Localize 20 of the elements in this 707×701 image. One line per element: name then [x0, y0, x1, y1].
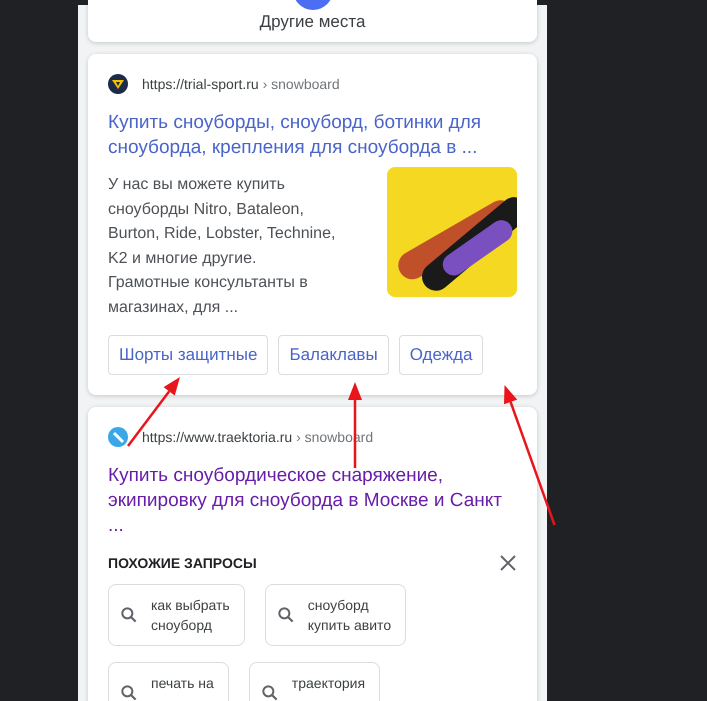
search-icon: [260, 683, 280, 701]
related-search-chip[interactable]: как выбрать сноуборд: [108, 584, 245, 646]
result-snippet: У нас вы можете купить сноуборды Nitro, Bataleon, Burton, Ride, Lobster, Technine, K2 и многие другие. Грамотные консультанты в магазинах, для ...: [108, 175, 336, 318]
sitelink-chip[interactable]: Балаклавы: [278, 335, 389, 375]
related-search-chip[interactable]: сноуборд купить авито: [264, 584, 406, 646]
search-icon: [276, 605, 296, 625]
favicon-icon: [108, 427, 128, 447]
sitelink-chip[interactable]: Одежда: [398, 335, 484, 375]
result-title[interactable]: Купить сноубордическое снаряжение, экипировку для сноуборда в Москве и Санкт ...: [108, 463, 513, 538]
related-heading: ПОХОЖИЕ ЗАПРОСЫ: [108, 555, 257, 571]
related-search-chip[interactable]: печать на: [108, 662, 229, 701]
result-url: https://trial-sport.ru › snowboard: [142, 76, 340, 92]
search-icon: [119, 683, 139, 701]
sitelink-chip[interactable]: Шорты защитные: [108, 335, 268, 375]
close-button[interactable]: [499, 554, 517, 572]
favicon-icon: [108, 74, 128, 94]
places-label[interactable]: Другие места: [260, 12, 366, 32]
result-title[interactable]: Купить сноуборды, сноуборд, ботинки для сноуборда, крепления для сноуборда в ...: [108, 110, 513, 160]
search-icon: [119, 605, 139, 625]
related-search-chip[interactable]: траектория: [248, 662, 380, 701]
